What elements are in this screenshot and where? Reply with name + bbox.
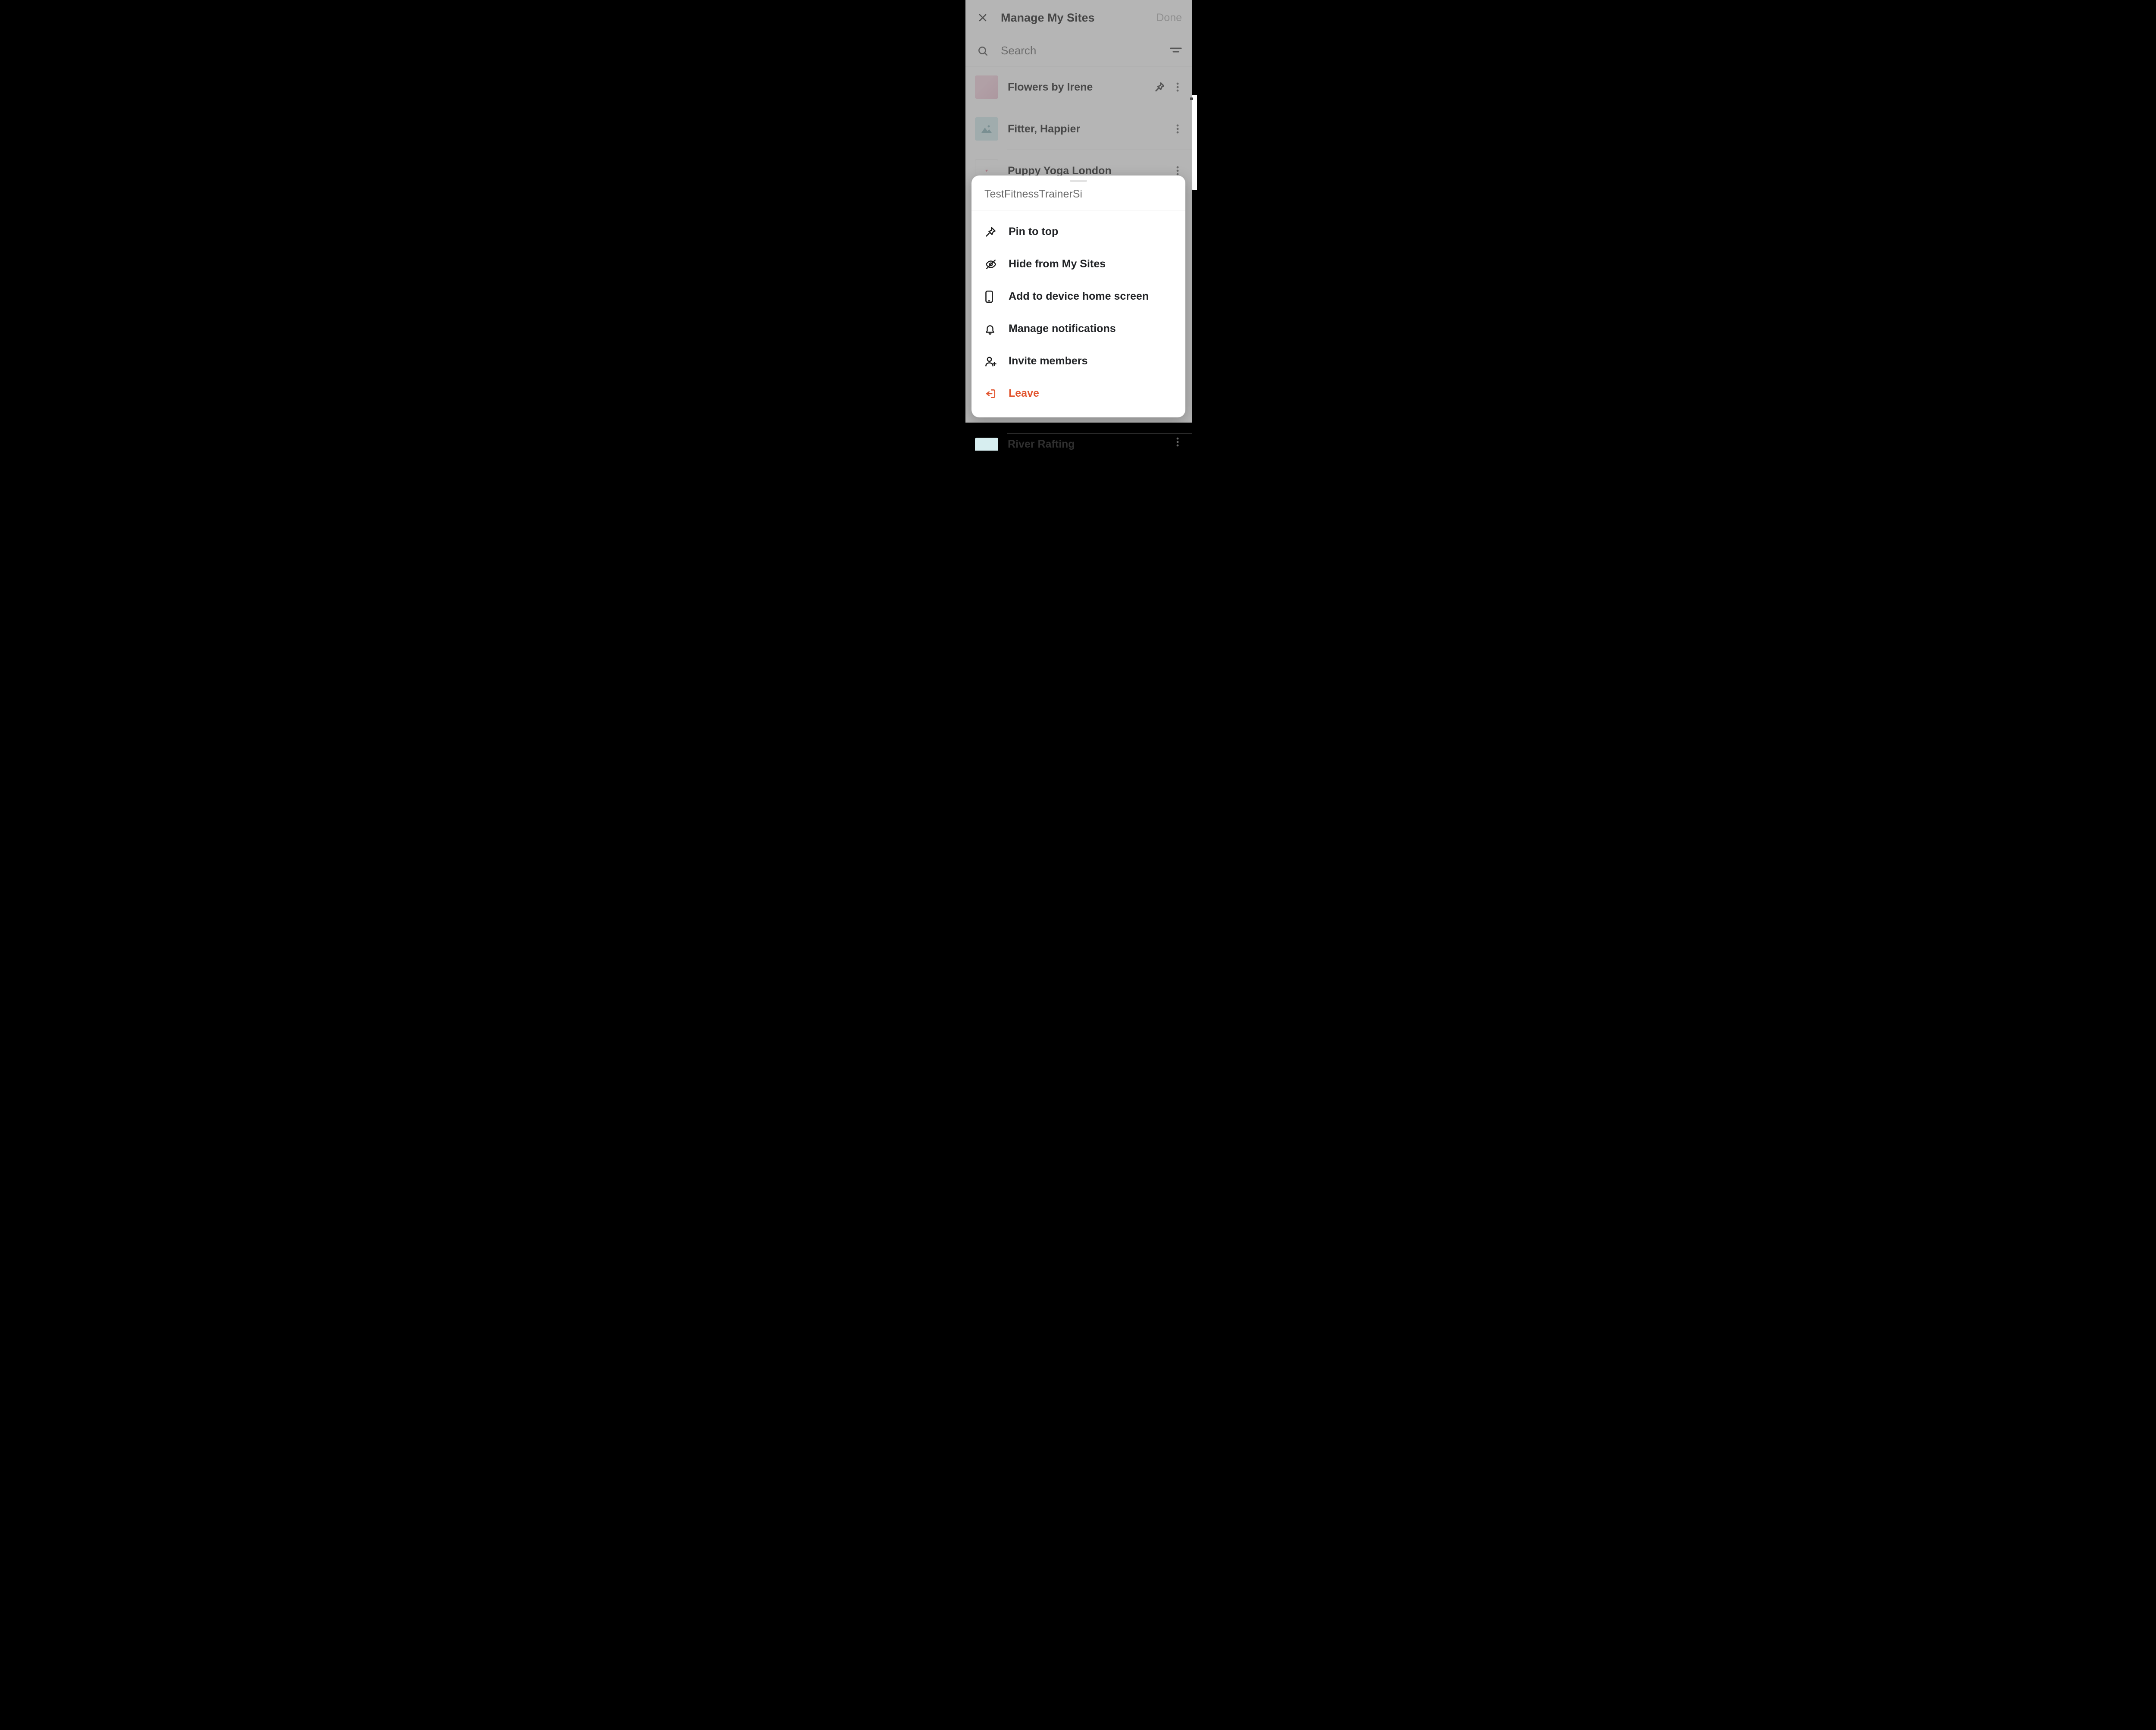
eye-off-icon <box>984 259 1003 270</box>
pin-icon <box>984 226 1003 238</box>
more-button[interactable] <box>1169 82 1186 92</box>
site-name: Fitter, Happier <box>998 123 1169 135</box>
done-button[interactable]: Done <box>1156 12 1185 24</box>
site-thumbnail <box>975 75 998 99</box>
leave-icon <box>984 388 1003 399</box>
bell-icon <box>984 323 1003 335</box>
action-label: Pin to top <box>1003 226 1058 238</box>
action-label: Hide from My Sites <box>1003 258 1106 270</box>
action-label: Manage notifications <box>1003 323 1116 335</box>
adjacent-window-peek <box>1192 95 1197 190</box>
more-button[interactable] <box>1169 437 1186 447</box>
action-label: Leave <box>1003 387 1039 400</box>
close-icon <box>978 13 988 23</box>
more-button[interactable] <box>1169 124 1186 134</box>
pin-icon <box>1154 81 1165 93</box>
close-button[interactable] <box>973 8 992 27</box>
action-hide-from-my-sites[interactable]: Hide from My Sites <box>971 248 1185 280</box>
action-manage-notifications[interactable]: Manage notifications <box>971 313 1185 345</box>
action-add-to-home-screen[interactable]: Add to device home screen <box>971 280 1185 313</box>
site-row[interactable]: Fitter, Happier <box>965 108 1192 150</box>
user-plus-icon <box>984 355 1003 367</box>
filter-icon <box>1170 47 1182 55</box>
site-thumbnail <box>975 438 998 451</box>
search-input[interactable] <box>990 44 1167 57</box>
search-row <box>965 35 1192 66</box>
page-title: Manage My Sites <box>992 11 1156 25</box>
more-vertical-icon <box>1176 82 1179 92</box>
phone-icon <box>984 290 1003 303</box>
action-label: Invite members <box>1003 355 1087 367</box>
action-label: Add to device home screen <box>1003 290 1149 303</box>
image-placeholder-icon <box>981 124 993 134</box>
site-name: River Rafting <box>998 438 1169 451</box>
site-row[interactable]: Flowers by Irene <box>965 66 1192 108</box>
more-button[interactable] <box>1169 166 1186 176</box>
sheet-drag-handle[interactable] <box>1070 180 1087 182</box>
action-leave[interactable]: Leave <box>971 377 1185 410</box>
sheet-title: TestFitnessTrainerSi <box>971 184 1185 210</box>
pin-button[interactable] <box>1150 81 1169 93</box>
action-sheet: TestFitnessTrainerSi Pin to top Hide fro… <box>971 176 1185 417</box>
filter-button[interactable] <box>1167 47 1185 55</box>
more-vertical-icon <box>1176 124 1179 134</box>
header: Manage My Sites Done <box>965 0 1192 35</box>
search-icon <box>975 45 990 56</box>
sheet-action-list: Pin to top Hide from My Sites Add to dev… <box>971 210 1185 417</box>
more-vertical-icon <box>1176 437 1179 447</box>
site-thumbnail <box>975 117 998 141</box>
more-vertical-icon <box>1176 166 1179 176</box>
site-row[interactable]: River Rafting <box>965 433 1192 451</box>
site-name: Flowers by Irene <box>998 81 1150 94</box>
action-invite-members[interactable]: Invite members <box>971 345 1185 377</box>
action-pin-to-top[interactable]: Pin to top <box>971 216 1185 248</box>
